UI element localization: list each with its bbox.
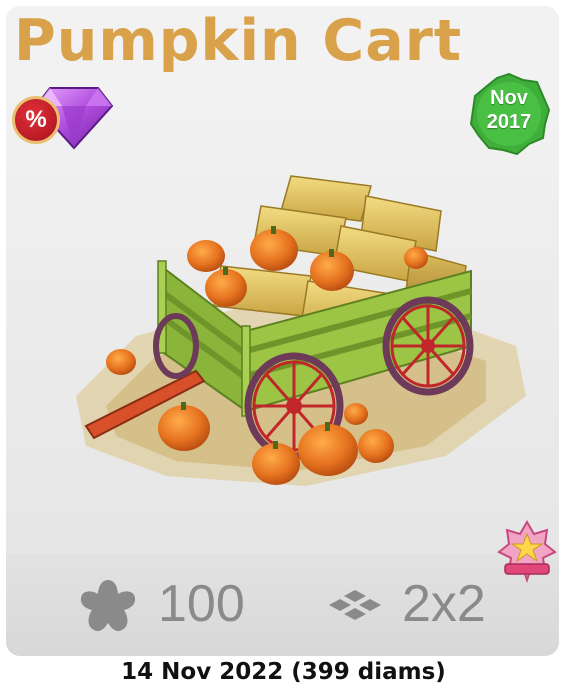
badge-month: Nov [490, 87, 528, 109]
flower-star-icon [80, 580, 136, 632]
badge-year: 2017 [486, 111, 532, 133]
size-value: 2x2 [402, 575, 486, 633]
item-title: Pumpkin Cart [14, 8, 463, 74]
pumpkin-cart-illustration [76, 175, 526, 486]
acquisition-info: 14 Nov 2022 (399 diams) [121, 659, 446, 685]
stats-bar: 100 2x2 [6, 554, 559, 656]
ribbon-star-icon [497, 520, 557, 584]
discount-badge: % [10, 84, 120, 152]
release-date-badge: Nov 2017 [467, 72, 551, 156]
item-card[interactable]: Pumpkin Cart % Nov 2017 100 2x2 [6, 6, 559, 656]
tiles-icon [329, 590, 381, 620]
reward-value: 100 [158, 575, 245, 633]
percent-icon: % [12, 96, 60, 144]
